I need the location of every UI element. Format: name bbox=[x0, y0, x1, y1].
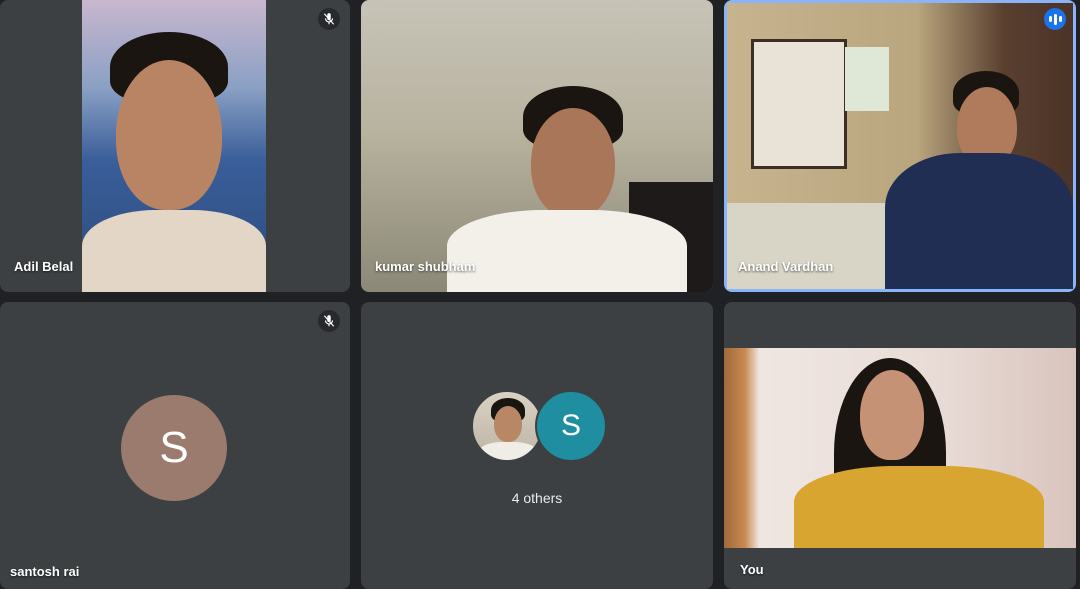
avatar: S bbox=[121, 395, 227, 501]
participant-tile-others[interactable]: S 4 others bbox=[361, 302, 713, 589]
avatar bbox=[471, 390, 543, 462]
participant-name: Anand Vardhan bbox=[738, 259, 834, 274]
participant-tile-santosh-rai[interactable]: S santosh rai bbox=[0, 302, 350, 589]
participant-name: You bbox=[740, 562, 764, 577]
self-video bbox=[724, 348, 1076, 548]
audio-level-icon bbox=[1044, 8, 1066, 30]
participant-video bbox=[727, 3, 1073, 289]
participant-name: santosh rai bbox=[10, 564, 80, 579]
participant-video bbox=[361, 0, 713, 292]
others-count-label: 4 others bbox=[511, 490, 563, 506]
mic-off-icon bbox=[318, 8, 340, 30]
mic-off-icon bbox=[318, 310, 340, 332]
participant-tile-anand-vardhan[interactable]: Anand Vardhan bbox=[724, 0, 1076, 292]
participant-tile-kumar-shubham[interactable]: kumar shubham bbox=[361, 0, 713, 292]
participant-video bbox=[82, 0, 266, 292]
avatar: S bbox=[535, 390, 607, 462]
participant-name: kumar shubham bbox=[375, 259, 476, 274]
participant-tile-adil-belal[interactable]: Adil Belal bbox=[0, 0, 350, 292]
participant-tile-you[interactable]: You bbox=[724, 302, 1076, 589]
participant-name: Adil Belal bbox=[14, 259, 74, 274]
avatar-group: S bbox=[471, 390, 611, 462]
